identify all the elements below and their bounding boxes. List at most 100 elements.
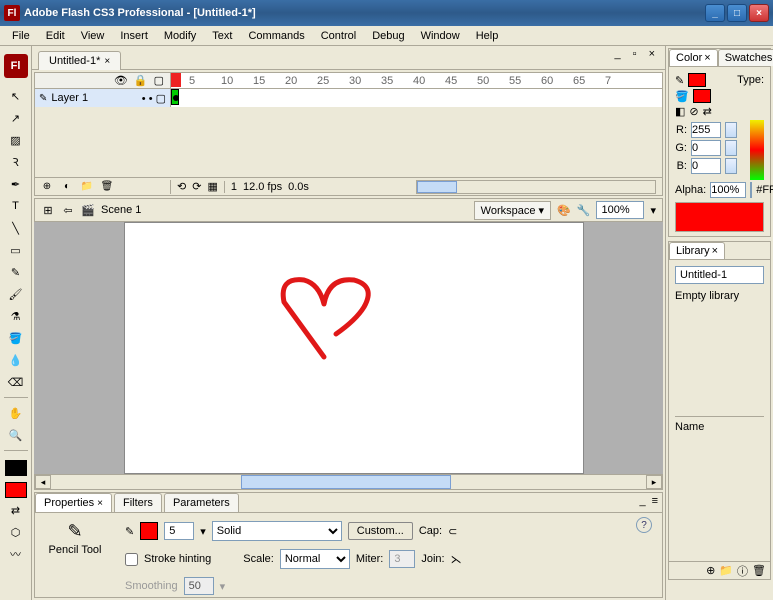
tab-color[interactable]: Color× xyxy=(669,49,718,66)
stroke-size-input[interactable] xyxy=(164,522,194,540)
panel-collapse-icon[interactable]: _ xyxy=(639,495,645,507)
swap-icon[interactable]: ⇄ xyxy=(703,105,712,118)
pencil-tool[interactable]: ✎ xyxy=(4,262,28,282)
brush-tool[interactable]: 🖌 xyxy=(4,284,28,304)
line-tool[interactable]: ╲ xyxy=(4,218,28,238)
cap-icon[interactable]: ⊂ xyxy=(448,525,457,538)
spin-icon[interactable] xyxy=(725,140,737,156)
color-b-input[interactable] xyxy=(691,158,721,174)
new-folder-lib-icon[interactable]: 📁 xyxy=(719,564,733,577)
doc-close-icon[interactable]: × xyxy=(645,48,659,60)
edit-multi-frames-icon[interactable]: ▦ xyxy=(207,180,217,193)
stage-scrollbar[interactable]: ◂ ▸ xyxy=(34,474,663,490)
swap-colors-icon[interactable]: ⇄ xyxy=(4,500,28,520)
edit-symbol-icon[interactable]: 🔧 xyxy=(577,204,591,217)
keyframe[interactable] xyxy=(171,89,179,105)
fill-color-swatch[interactable] xyxy=(5,482,27,498)
subselection-tool[interactable]: ↗ xyxy=(4,108,28,128)
scale-select[interactable]: Normal xyxy=(280,549,350,569)
spectrum-picker[interactable] xyxy=(750,120,764,180)
color-fill-swatch[interactable] xyxy=(693,89,711,103)
tab-filters[interactable]: Filters xyxy=(114,493,162,512)
tool-mode-icon[interactable]: 〰 xyxy=(4,544,28,564)
spin-icon[interactable] xyxy=(725,158,737,174)
onion-outlines-icon[interactable]: ⟳ xyxy=(192,180,201,193)
nocolor-icon[interactable]: ⊘ xyxy=(689,105,698,118)
menu-commands[interactable]: Commands xyxy=(240,28,312,44)
menu-help[interactable]: Help xyxy=(468,28,507,44)
properties-lib-icon[interactable]: ⓘ xyxy=(737,563,748,579)
menu-edit[interactable]: Edit xyxy=(38,28,73,44)
delete-lib-icon[interactable]: 🗑 xyxy=(752,564,766,577)
close-icon[interactable]: × xyxy=(97,498,103,509)
selection-tool[interactable]: ↖ xyxy=(4,86,28,106)
timeline-toggle-icon[interactable]: ⊞ xyxy=(41,203,55,217)
spin-icon[interactable] xyxy=(750,182,752,198)
menu-window[interactable]: Window xyxy=(413,28,468,44)
paint-bucket-tool[interactable]: 🪣 xyxy=(4,328,28,348)
menu-modify[interactable]: Modify xyxy=(156,28,204,44)
text-tool[interactable]: T xyxy=(4,196,28,216)
frames-area[interactable] xyxy=(171,89,662,107)
eyedropper-tool[interactable]: 💧 xyxy=(4,350,28,370)
menu-view[interactable]: View xyxy=(73,28,113,44)
join-icon[interactable]: ⋋ xyxy=(451,553,462,566)
lock-icon[interactable]: 🔒 xyxy=(134,74,148,87)
tab-swatches[interactable]: Swatches xyxy=(718,49,773,66)
menu-text[interactable]: Text xyxy=(204,28,240,44)
alpha-input[interactable] xyxy=(710,182,746,198)
rectangle-tool[interactable]: ▭ xyxy=(4,240,28,260)
new-symbol-icon[interactable]: ⊕ xyxy=(706,564,715,577)
new-folder-icon[interactable]: 📁 xyxy=(79,180,95,194)
stroke-hinting-checkbox[interactable] xyxy=(125,553,138,566)
zoom-tool[interactable]: 🔍 xyxy=(4,425,28,445)
outline-icon[interactable]: ▢ xyxy=(154,74,164,87)
bw-icon[interactable]: ◧ xyxy=(675,105,685,118)
back-icon[interactable]: ⇦ xyxy=(61,203,75,217)
new-layer-icon[interactable]: ⊕ xyxy=(39,180,55,194)
scroll-left-icon[interactable]: ◂ xyxy=(35,475,51,489)
menu-insert[interactable]: Insert xyxy=(112,28,156,44)
ink-bottle-tool[interactable]: ⚗ xyxy=(4,306,28,326)
tab-library[interactable]: Library× xyxy=(669,242,725,259)
tab-parameters[interactable]: Parameters xyxy=(164,493,239,512)
doc-restore-icon[interactable]: ▫ xyxy=(629,48,641,60)
library-doc-select[interactable]: Untitled-1 xyxy=(675,266,764,284)
doc-minimize-icon[interactable]: _ xyxy=(611,48,625,60)
menu-file[interactable]: File xyxy=(4,28,38,44)
document-tab[interactable]: Untitled-1* × xyxy=(38,51,121,70)
panel-menu-icon[interactable]: ≡ xyxy=(652,495,658,507)
custom-button[interactable]: Custom... xyxy=(348,522,413,540)
menu-debug[interactable]: Debug xyxy=(364,28,412,44)
playhead[interactable] xyxy=(171,73,181,87)
zoom-dropdown-icon[interactable]: ▾ xyxy=(650,204,656,217)
color-stroke-swatch[interactable] xyxy=(688,73,706,87)
timeline-scrollbar[interactable] xyxy=(416,180,656,194)
onion-skin-icon[interactable]: ⟲ xyxy=(177,180,186,193)
zoom-input[interactable] xyxy=(596,201,644,219)
close-button[interactable]: × xyxy=(749,4,769,22)
minimize-button[interactable]: _ xyxy=(705,4,725,22)
spin-icon[interactable] xyxy=(725,122,737,138)
tool-option-icon[interactable]: ⬡ xyxy=(4,522,28,542)
scroll-right-icon[interactable]: ▸ xyxy=(646,475,662,489)
scene-name[interactable]: Scene 1 xyxy=(101,204,141,216)
menu-control[interactable]: Control xyxy=(313,28,364,44)
close-tab-icon[interactable]: × xyxy=(104,56,110,67)
maximize-button[interactable]: □ xyxy=(727,4,747,22)
free-transform-tool[interactable]: ▨ xyxy=(4,130,28,150)
library-name-column[interactable]: Name xyxy=(675,416,764,437)
new-motion-guide-icon[interactable]: ◐ xyxy=(59,180,75,194)
stroke-color-swatch[interactable] xyxy=(5,460,27,476)
delete-layer-icon[interactable]: 🗑 xyxy=(99,180,115,194)
stroke-style-select[interactable]: Solid xyxy=(212,521,342,541)
stage[interactable] xyxy=(34,222,663,474)
stroke-size-slider-icon[interactable]: ▾ xyxy=(200,525,206,538)
pen-tool[interactable]: ✒ xyxy=(4,174,28,194)
tab-properties[interactable]: Properties× xyxy=(35,493,112,512)
lasso-tool[interactable]: Ꝛ xyxy=(4,152,28,172)
eye-icon[interactable]: 👁 xyxy=(114,74,128,87)
eraser-tool[interactable]: ⌫ xyxy=(4,372,28,392)
hand-tool[interactable]: ✋ xyxy=(4,403,28,423)
timeline-ruler[interactable]: 5 10 15 20 25 30 35 40 45 50 55 60 65 7 xyxy=(171,73,662,88)
